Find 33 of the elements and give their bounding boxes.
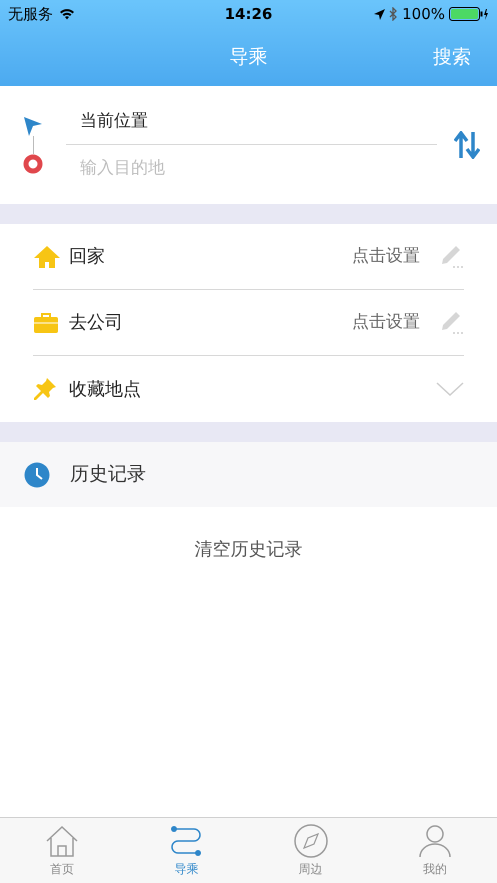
place-row[interactable]: 回家 点击设置 bbox=[33, 224, 464, 290]
compass-icon bbox=[294, 824, 328, 858]
destination-field[interactable]: 输入目的地 bbox=[66, 145, 437, 191]
start-arrow-icon bbox=[23, 116, 43, 136]
person-icon bbox=[418, 824, 452, 858]
pushpin-icon bbox=[33, 377, 57, 401]
house-icon bbox=[45, 824, 80, 858]
origin-text[interactable]: 当前位置 bbox=[80, 108, 148, 134]
place-label: 去公司 bbox=[69, 311, 124, 335]
house-icon bbox=[33, 244, 61, 268]
battery-icon bbox=[449, 7, 489, 21]
place-row[interactable]: 收藏地点 bbox=[33, 356, 464, 422]
set-hint: 点击设置 bbox=[352, 244, 420, 268]
tab[interactable]: 导乘 bbox=[124, 818, 248, 883]
swap-icon[interactable] bbox=[454, 131, 480, 159]
chevron-icon[interactable] bbox=[436, 382, 464, 396]
time-text: 14:26 bbox=[224, 4, 272, 23]
clock-icon bbox=[24, 462, 50, 488]
set-hint: 点击设置 bbox=[352, 310, 420, 334]
route-icon bbox=[169, 824, 204, 858]
carrier-text: 无服务 bbox=[8, 4, 53, 25]
clear-history-button[interactable]: 清空历史记录 bbox=[194, 535, 302, 563]
toolbox-icon bbox=[33, 312, 59, 334]
place-row[interactable]: 去公司 点击设置 bbox=[33, 290, 464, 356]
wifi-icon bbox=[59, 8, 75, 20]
battery-text: 100% bbox=[402, 4, 445, 25]
screen-title: 导乘 bbox=[230, 44, 268, 70]
place-label: 收藏地点 bbox=[69, 378, 142, 402]
history-title: 历史记录 bbox=[70, 462, 146, 488]
destination-ring-icon bbox=[23, 154, 43, 174]
bluetooth-icon bbox=[389, 7, 398, 21]
place-label: 回家 bbox=[69, 245, 106, 269]
location-arrow-icon bbox=[374, 8, 386, 20]
